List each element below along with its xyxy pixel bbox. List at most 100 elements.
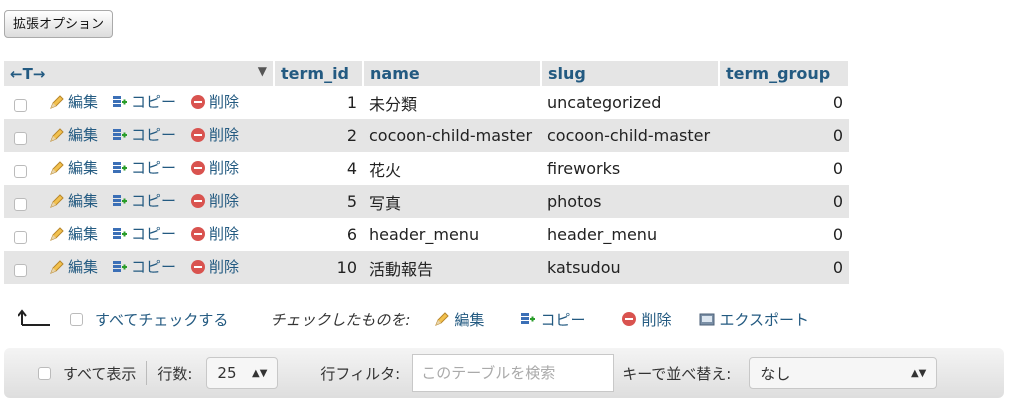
copy-insert-icon bbox=[113, 161, 128, 173]
cell-name[interactable]: cocoon-child-master bbox=[363, 119, 541, 152]
cell-term-id[interactable]: 5 bbox=[274, 185, 363, 218]
copy-insert-icon bbox=[113, 95, 128, 107]
delete-label: 削除 bbox=[209, 192, 240, 211]
table-header-row: ←T→ ▼ term_id name slug term_group bbox=[4, 61, 850, 86]
pencil-icon bbox=[50, 128, 64, 142]
copy-button[interactable]: コピー bbox=[112, 190, 176, 211]
delete-button[interactable]: 削除 bbox=[190, 190, 239, 211]
cell-term-id[interactable]: 6 bbox=[274, 218, 363, 251]
filter-search-input[interactable] bbox=[412, 354, 615, 392]
column-header-term-group[interactable]: term_group bbox=[719, 61, 850, 86]
sort-value: なし bbox=[760, 364, 791, 383]
edit-button[interactable]: 編集 bbox=[49, 190, 98, 211]
cell-term-group[interactable]: 0 bbox=[719, 119, 849, 152]
cell-term-group[interactable]: 0 bbox=[719, 86, 849, 119]
delete-button[interactable]: 削除 bbox=[190, 157, 239, 178]
cell-term-id[interactable]: 1 bbox=[274, 86, 363, 119]
cell-slug[interactable]: uncategorized bbox=[541, 86, 719, 119]
cell-name[interactable]: 未分類 bbox=[363, 86, 541, 119]
row-checkbox[interactable] bbox=[14, 230, 27, 244]
sort-dropdown-icon[interactable]: ▼ bbox=[258, 64, 267, 78]
edit-button[interactable]: 編集 bbox=[49, 124, 98, 145]
pencil-icon bbox=[50, 194, 64, 208]
delete-button[interactable]: 削除 bbox=[190, 256, 239, 277]
pencil-icon bbox=[50, 95, 64, 109]
copy-button[interactable]: コピー bbox=[112, 157, 176, 178]
row-actions: 編集 コピー 削除 bbox=[4, 218, 274, 251]
bulk-copy-button[interactable]: コピー bbox=[520, 309, 585, 330]
cell-slug[interactable]: header_menu bbox=[541, 218, 719, 251]
copy-insert-icon bbox=[113, 128, 128, 140]
row-checkbox[interactable] bbox=[14, 164, 27, 178]
column-header-name[interactable]: name bbox=[363, 61, 542, 86]
rows-select[interactable]: 25 ▲▼ bbox=[206, 357, 279, 389]
cell-slug[interactable]: fireworks bbox=[541, 152, 719, 185]
row-actions: 編集 コピー 削除 bbox=[4, 119, 274, 152]
filter-label: 行フィルタ: bbox=[320, 364, 401, 383]
copy-label: コピー bbox=[131, 258, 177, 277]
copy-label: コピー bbox=[131, 93, 177, 112]
bulk-edit-button[interactable]: 編集 bbox=[434, 309, 484, 330]
show-all-checkbox[interactable] bbox=[38, 366, 51, 380]
row-actions: 編集 コピー 削除 bbox=[4, 185, 274, 218]
cell-name[interactable]: 花火 bbox=[363, 152, 541, 185]
sort-label: キーで並べ替え: bbox=[622, 364, 732, 383]
delete-button[interactable]: 削除 bbox=[190, 223, 239, 244]
sort-select[interactable]: なし ▲▼ bbox=[749, 357, 938, 389]
bulk-delete-button[interactable]: 削除 bbox=[621, 309, 671, 330]
row-checkbox[interactable] bbox=[14, 131, 27, 145]
copy-button[interactable]: コピー bbox=[112, 91, 176, 112]
cell-term-id[interactable]: 2 bbox=[274, 119, 363, 152]
cell-name[interactable]: header_menu bbox=[363, 218, 541, 251]
cell-term-id[interactable]: 10 bbox=[274, 251, 363, 284]
row-checkbox[interactable] bbox=[14, 197, 27, 211]
bulk-copy-label: コピー bbox=[540, 310, 586, 329]
divider bbox=[146, 361, 148, 385]
check-all-link[interactable]: すべてチェックする bbox=[95, 309, 228, 330]
cell-term-group[interactable]: 0 bbox=[719, 152, 849, 185]
rows-label: 行数: bbox=[157, 364, 193, 383]
edit-label: 編集 bbox=[68, 192, 99, 211]
column-header-term-id[interactable]: term_id bbox=[274, 61, 364, 86]
cell-slug[interactable]: cocoon-child-master bbox=[541, 119, 719, 152]
table-row: 編集 コピー 削除 4 花火 fireworks 0 bbox=[4, 152, 849, 185]
cell-term-group[interactable]: 0 bbox=[719, 185, 849, 218]
cell-name[interactable]: 写真 bbox=[363, 185, 541, 218]
copy-label: コピー bbox=[131, 192, 177, 211]
delete-icon bbox=[191, 226, 206, 241]
copy-button[interactable]: コピー bbox=[112, 124, 176, 145]
show-all-label[interactable]: すべて表示 bbox=[63, 363, 136, 384]
column-header-slug[interactable]: slug bbox=[541, 61, 720, 86]
edit-button[interactable]: 編集 bbox=[49, 256, 98, 277]
bulk-delete-label: 削除 bbox=[641, 310, 672, 329]
copy-button[interactable]: コピー bbox=[112, 223, 176, 244]
options-button[interactable]: 拡張オプション bbox=[4, 10, 114, 38]
export-button[interactable]: エクスポート bbox=[699, 309, 809, 330]
copy-insert-icon bbox=[113, 260, 128, 272]
delete-button[interactable]: 削除 bbox=[190, 124, 239, 145]
export-icon bbox=[699, 313, 715, 326]
edit-label: 編集 bbox=[68, 225, 99, 244]
edit-label: 編集 bbox=[68, 159, 99, 178]
copy-label: コピー bbox=[131, 225, 177, 244]
row-actions: 編集 コピー 削除 bbox=[4, 86, 274, 119]
row-checkbox[interactable] bbox=[14, 98, 27, 112]
cell-term-id[interactable]: 4 bbox=[274, 152, 363, 185]
check-all-checkbox[interactable] bbox=[70, 312, 83, 326]
edit-button[interactable]: 編集 bbox=[49, 91, 98, 112]
column-arrows[interactable]: ←T→ bbox=[10, 65, 45, 83]
edit-button[interactable]: 編集 bbox=[49, 157, 98, 178]
copy-button[interactable]: コピー bbox=[112, 256, 176, 277]
cell-slug[interactable]: photos bbox=[541, 185, 719, 218]
updown-icon: ▲▼ bbox=[910, 367, 927, 379]
row-checkbox[interactable] bbox=[14, 263, 27, 277]
edit-button[interactable]: 編集 bbox=[49, 223, 98, 244]
cell-slug[interactable]: katsudou bbox=[541, 251, 719, 284]
copy-label: コピー bbox=[131, 126, 177, 145]
cell-term-group[interactable]: 0 bbox=[719, 218, 849, 251]
cell-term-group[interactable]: 0 bbox=[719, 251, 849, 284]
cell-name[interactable]: 活動報告 bbox=[363, 251, 541, 284]
delete-button[interactable]: 削除 bbox=[190, 91, 239, 112]
delete-label: 削除 bbox=[209, 159, 240, 178]
delete-icon bbox=[622, 312, 637, 326]
